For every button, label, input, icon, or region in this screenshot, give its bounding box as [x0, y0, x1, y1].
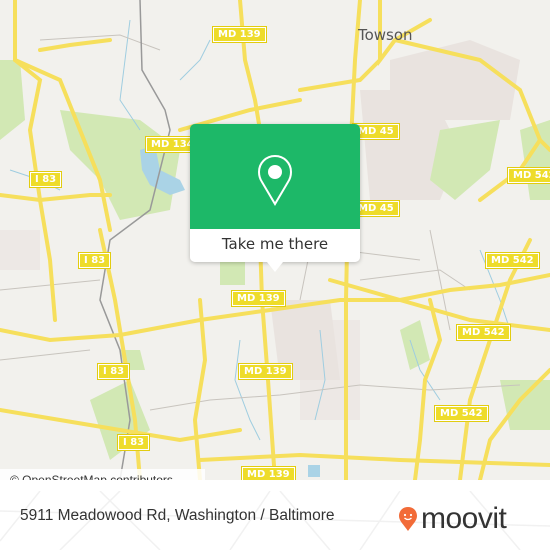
moovit-logo[interactable]: moovit — [398, 501, 507, 537]
road-shield-md-139: MD 139 — [231, 290, 286, 307]
road-shield-i-83: I 83 — [77, 252, 112, 269]
road-shield-md-139: MD 139 — [241, 466, 296, 480]
place-label-towson: Towson — [358, 26, 413, 44]
moovit-pin-icon — [399, 507, 417, 531]
map-attribution[interactable]: © OpenStreetMap contributors — [0, 469, 205, 480]
take-me-there-button[interactable]: Take me there — [190, 229, 360, 262]
road-shield-md-139: MD 139 — [238, 363, 293, 380]
road-shield-md-542: MD 542 — [485, 252, 540, 269]
destination-popup: Take me there — [190, 124, 360, 272]
road-shield-i-83: I 83 — [96, 363, 131, 380]
moovit-wordmark: moovit — [421, 502, 507, 535]
address-text: 5911 Meadowood Rd, Washington / Baltimor… — [20, 507, 335, 524]
road-shield-i-83: I 83 — [116, 434, 151, 451]
road-shield-md-139: MD 139 — [212, 26, 267, 43]
take-me-there-label[interactable]: Take me there — [190, 229, 360, 260]
road-shield-md-542: MD 542 — [507, 167, 550, 184]
footer-bar: 5911 Meadowood Rd, Washington / Baltimor… — [0, 491, 550, 550]
popup-header — [190, 124, 360, 229]
popup-tail — [267, 262, 283, 272]
road-shield-md-542: MD 542 — [456, 324, 511, 341]
road-shield-md-542: MD 542 — [434, 405, 489, 422]
map-pin-icon — [257, 154, 293, 206]
road-shield-i-83: I 83 — [28, 171, 63, 188]
